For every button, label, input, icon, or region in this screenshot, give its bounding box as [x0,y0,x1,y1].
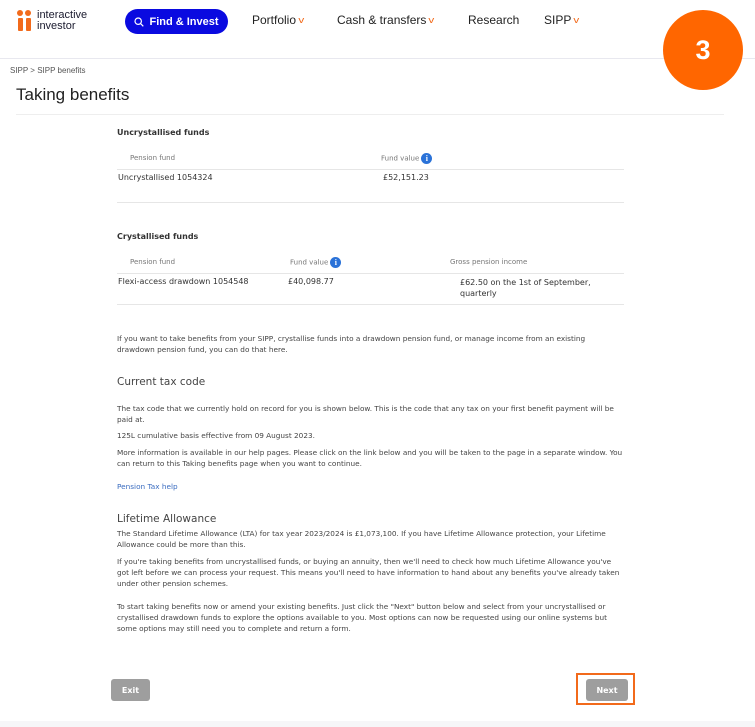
nav-cash-transfers-label: Cash & transfers [337,13,427,27]
logo-text: interactive investor [37,10,87,32]
logo-mark-icon [17,10,33,32]
column-header-fund-value: Fund value i [381,147,624,169]
info-icon[interactable]: i [330,256,342,268]
tax-code-value: 125L cumulative basis effective from 09 … [117,431,315,440]
top-navigation: interactive investor Find & Invest Portf… [0,0,755,59]
lifetime-allowance-heading: Lifetime Allowance [117,513,217,525]
crystallised-funds-table: Pension fund Fund value i Gross pension i… [117,251,624,273]
footer-divider [0,721,755,727]
column-header-gross-pension-income: Gross pension income [450,258,528,266]
logo-line-2: investor [37,20,76,32]
crystallised-section-label: Crystallised funds [117,232,199,241]
logo[interactable]: interactive investor [17,8,87,34]
crystallised-funds-body: Flexi-access drawdown 1054548 £40,098.77… [117,274,624,304]
nav-research[interactable]: Research [468,13,519,27]
chevron-down-icon: v [573,15,580,25]
next-button[interactable]: Next [586,679,628,701]
closing-instructions: To start taking benefits now or amend yo… [117,602,607,633]
gross-pension-income-cell: £62.50 on the 1st of September, quarterl… [460,278,591,298]
chevron-down-icon: v [428,15,435,25]
table-row: Flexi-access drawdown 1054548 £40,098.77… [117,274,624,304]
nav-portfolio[interactable]: Portfolio v [252,13,304,27]
main-content: Uncrystallised funds Pension fund Fund v… [117,118,624,634]
chevron-down-icon: v [298,15,305,25]
step-number-badge: 3 [663,10,743,90]
title-divider [16,114,724,115]
intro-text: If you want to take benefits from your S… [117,334,586,354]
nav-cash-transfers[interactable]: Cash & transfers v [337,13,435,27]
find-invest-label: Find & Invest [149,15,219,28]
column-header-pension-fund: Pension fund [130,154,176,162]
info-icon[interactable]: i [421,152,433,164]
pension-fund-cell: Uncrystallised 1054324 [118,173,213,182]
breadcrumb[interactable]: SIPP > SIPP benefits [10,66,86,75]
find-invest-button[interactable]: Find & Invest [125,9,228,34]
nav-sipp-label: SIPP [544,13,572,27]
pension-tax-help-link[interactable]: Pension Tax help [117,482,178,491]
uncrystallised-section-label: Uncrystallised funds [117,128,210,137]
uncrystallised-funds-body: Uncrystallised 1054324 £52,151.23 [117,170,624,202]
table-row: Uncrystallised 1054324 £52,151.23 [117,170,624,202]
fund-value-cell: £40,098.77 [288,277,334,286]
page-title: Taking benefits [16,85,130,104]
table-header-row: Pension fund Fund value i [117,147,624,169]
table-header-row: Pension fund Fund value i Gross pension i… [117,251,624,273]
tax-help-description: More information is available in our hel… [117,448,623,468]
search-icon [134,16,145,27]
tax-code-heading: Current tax code [117,376,206,388]
tax-code-description: The tax code that we currently hold on r… [117,404,614,424]
nav-research-label: Research [468,13,520,27]
column-header-fund-value: Fund value i [290,251,450,273]
lifetime-allowance-text-2: If you're taking benefits from uncrystal… [117,557,620,588]
uncrystallised-funds-table: Pension fund Fund value i [117,147,624,169]
pension-fund-cell: Flexi-access drawdown 1054548 [118,277,249,286]
nav-portfolio-label: Portfolio [252,13,297,27]
exit-button[interactable]: Exit [111,679,150,701]
column-header-pension-fund: Pension fund [130,258,176,266]
fund-value-cell: £52,151.23 [383,173,429,182]
nav-sipp[interactable]: SIPP v [544,13,580,27]
lifetime-allowance-text-1: The Standard Lifetime Allowance (LTA) fo… [117,529,606,549]
